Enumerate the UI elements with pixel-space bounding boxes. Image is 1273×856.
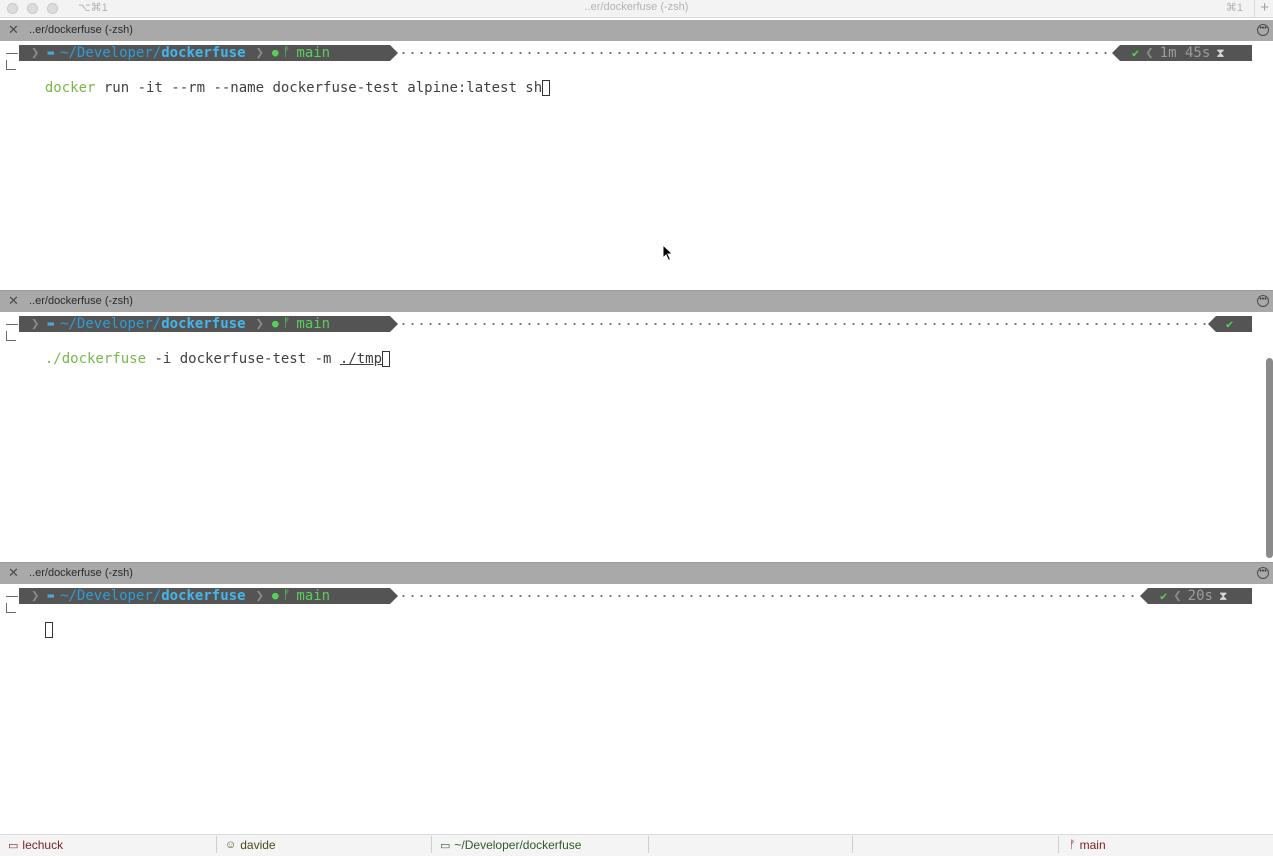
separator-icon: ❯ <box>31 45 40 61</box>
prompt-frame-top <box>6 596 18 597</box>
prompt-path-prefix: ~/Developer/ <box>60 45 162 61</box>
laptop-icon: ▭ <box>8 839 19 852</box>
separator-icon: ❯ <box>255 588 264 604</box>
command-program: docker <box>44 80 96 96</box>
prompt-frame-top <box>6 53 18 54</box>
statusbar-divider <box>431 836 432 853</box>
hourglass-icon: ⧗ <box>1218 588 1228 603</box>
new-tab-button[interactable]: + <box>1260 0 1269 16</box>
prompt-branch: main <box>296 588 331 604</box>
status-ok-icon: ✔ <box>1132 46 1140 60</box>
text-cursor <box>542 80 551 96</box>
command-args: -i dockerfuse-test -m <box>146 351 340 367</box>
statusbar-user-label: davide <box>240 838 276 852</box>
pane-2-prompt: ❯ ▬ ~/Developer/dockerfuse ❯ ● ᚠ main ✔ <box>19 316 1252 332</box>
pane-1-close-icon[interactable]: ✕ <box>8 22 19 38</box>
statusbar-branch-label: main <box>1079 838 1106 852</box>
pane-2-header: ✕ ..er/dockerfuse (-zsh) ••• <box>0 291 1273 312</box>
folder-icon: ▬ <box>47 589 55 602</box>
prompt-path-dir: dockerfuse <box>161 45 246 61</box>
separator-icon: ❯ <box>255 316 264 332</box>
prompt-right-segment: ✔ ❮ 1m 45s ⧗ <box>1112 45 1252 61</box>
prompt-right-segment: ✔ ❮ 20s ⧗ <box>1140 588 1252 604</box>
tab-shortcut-label: ⌘1 <box>1225 2 1243 14</box>
statusbar-divider <box>1058 836 1059 853</box>
separator-icon: ❮ <box>1173 588 1182 604</box>
prompt-filler-dots <box>399 52 1119 54</box>
prompt-frame-corner <box>6 331 16 341</box>
folder-icon: ▬ <box>47 317 55 330</box>
prompt-right-segment: ✔ <box>1208 316 1252 332</box>
github-icon: ● <box>271 46 279 59</box>
prompt-frame-corner <box>6 603 16 613</box>
pane-1-prompt: ❯ ▬ ~/Developer/dockerfuse ❯ ● ᚠ main ✔ … <box>19 45 1252 61</box>
statusbar-divider <box>216 836 217 853</box>
command-path-arg: ./tmp <box>339 351 383 367</box>
prompt-filler-dots <box>399 595 1144 597</box>
prompt-path-dir: dockerfuse <box>161 316 246 332</box>
statusbar-host-label: lechuck <box>22 838 64 852</box>
pane-3-command-line[interactable] <box>28 606 53 638</box>
github-icon: ● <box>271 589 279 602</box>
prompt-path-dir: dockerfuse <box>161 588 246 604</box>
command-program: ./dockerfuse <box>44 351 147 367</box>
statusbar-divider <box>648 836 649 853</box>
titlebar-divider <box>1254 0 1255 17</box>
folder-icon: ▬ <box>47 46 55 59</box>
pane-2-menu-icon[interactable]: ••• <box>1257 295 1269 307</box>
pane-1-header: ✕ ..er/dockerfuse (-zsh) ••• <box>0 20 1273 41</box>
prompt-left-segment: ❯ ▬ ~/Developer/dockerfuse ❯ ● ᚠ main <box>19 45 398 61</box>
separator-icon: ❯ <box>255 45 264 61</box>
prompt-duration: 20s <box>1187 588 1213 604</box>
statusbar-user[interactable]: ☺ davide <box>225 838 276 852</box>
prompt-branch: main <box>296 316 331 332</box>
statusbar-cwd[interactable]: ▭ ~/Developer/dockerfuse <box>440 838 581 852</box>
prompt-left-segment: ❯ ▬ ~/Developer/dockerfuse ❯ ● ᚠ main <box>19 316 398 332</box>
prompt-frame-top <box>6 324 18 325</box>
pane-3-close-icon[interactable]: ✕ <box>8 565 19 581</box>
hourglass-icon: ⧗ <box>1216 45 1225 60</box>
pane-3-prompt: ❯ ▬ ~/Developer/dockerfuse ❯ ● ᚠ main ✔ … <box>19 588 1252 604</box>
github-icon: ● <box>271 317 279 330</box>
git-branch-icon: ᚠ <box>282 588 291 603</box>
pane-2-scrollbar[interactable] <box>1266 358 1273 558</box>
pane-1-title: ..er/dockerfuse (-zsh) <box>29 24 133 36</box>
status-bar: ▭ lechuck ☺ davide ▭ ~/Developer/dockerf… <box>0 834 1273 856</box>
pane-1-menu-icon[interactable]: ••• <box>1257 24 1269 36</box>
git-branch-icon: ᚠ <box>282 316 291 331</box>
text-cursor <box>44 622 53 638</box>
pane-1-command-line[interactable]: docker run -it --rm --name dockerfuse-te… <box>28 64 551 96</box>
pane-2-close-icon[interactable]: ✕ <box>8 293 19 309</box>
pane-2-command-line[interactable]: ./dockerfuse -i dockerfuse-test -m ./tmp <box>28 335 391 367</box>
statusbar-branch[interactable]: ᚠ main <box>1069 838 1106 852</box>
window-title: ..er/dockerfuse (-zsh) <box>584 1 689 13</box>
statusbar-host[interactable]: ▭ lechuck <box>8 838 63 852</box>
separator-icon: ❯ <box>31 316 40 332</box>
pane-3-menu-icon[interactable]: ••• <box>1257 567 1269 579</box>
statusbar-cwd-label: ~/Developer/dockerfuse <box>454 838 582 852</box>
prompt-duration: 1m 45s <box>1159 45 1211 61</box>
prompt-branch: main <box>296 45 331 61</box>
separator-icon: ❮ <box>1145 45 1154 61</box>
separator-icon: ❯ <box>31 588 40 604</box>
prompt-filler-dots <box>399 323 1214 325</box>
prompt-left-segment: ❯ ▬ ~/Developer/dockerfuse ❯ ● ᚠ main <box>19 588 398 604</box>
prompt-path-prefix: ~/Developer/ <box>60 316 162 332</box>
window-titlebar: ⌥⌘1 ..er/dockerfuse (-zsh) ⌘1 + <box>0 0 1273 18</box>
pane-3-title: ..er/dockerfuse (-zsh) <box>29 567 133 579</box>
git-branch-icon: ᚠ <box>1069 839 1076 851</box>
git-branch-icon: ᚠ <box>282 45 291 60</box>
user-icon: ☺ <box>225 839 237 851</box>
prompt-frame-corner <box>6 60 16 70</box>
statusbar-divider <box>852 836 853 853</box>
pane-3-header: ✕ ..er/dockerfuse (-zsh) ••• <box>0 563 1273 584</box>
command-args: run -it --rm --name dockerfuse-test alpi… <box>95 80 543 96</box>
pane-2-title: ..er/dockerfuse (-zsh) <box>29 295 133 307</box>
folder-icon: ▭ <box>440 839 451 852</box>
prompt-path-prefix: ~/Developer/ <box>60 588 162 604</box>
text-cursor <box>382 351 391 367</box>
status-ok-icon: ✔ <box>1160 589 1168 603</box>
status-ok-icon: ✔ <box>1226 317 1234 331</box>
